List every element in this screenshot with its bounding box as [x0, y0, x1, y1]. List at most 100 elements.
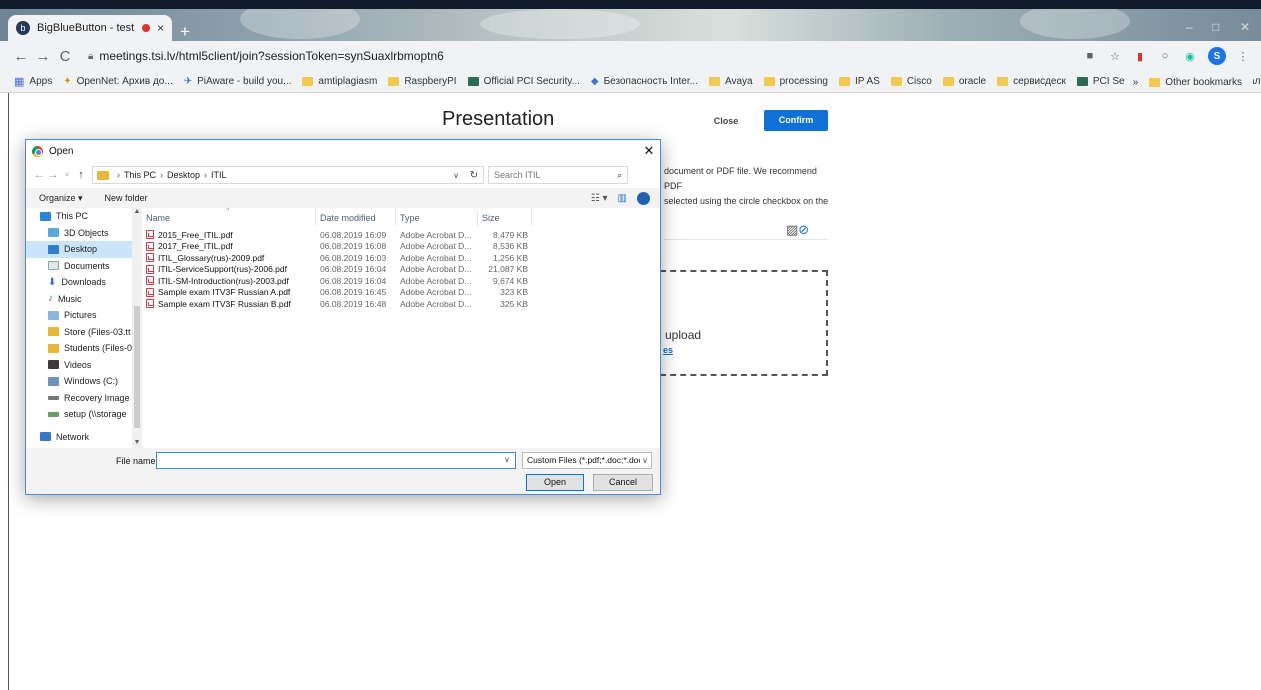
help-icon[interactable]: ? — [637, 191, 650, 205]
file-row[interactable]: 2015_Free_ITIL.pdf 06.08.2019 16:09 Adobe … — [142, 229, 660, 241]
cancel-button[interactable]: Cancel — [593, 474, 653, 491]
file-row[interactable]: Sample exam ITV3F Russian B.pdf 06.08.201… — [142, 298, 660, 310]
new-tab-button[interactable]: + — [180, 22, 190, 41]
nav-item-label: This PC — [56, 211, 89, 222]
bookmark-item[interactable]: processing — [763, 76, 828, 87]
file-row[interactable]: ITIL-ServiceSupport(rus)-2006.pdf 06.08.2… — [142, 264, 660, 276]
profile-avatar[interactable]: S — [1208, 47, 1226, 65]
minimize-icon[interactable]: – — [1186, 20, 1193, 34]
column-header-date[interactable]: Date modified — [316, 210, 396, 226]
window-close-icon[interactable]: ✕ — [1240, 20, 1250, 34]
dialog-toolbar: Organize ▾ New folder ☷ ▾ ▥ ? — [26, 188, 660, 208]
filename-history-icon[interactable]: ∨ — [504, 455, 510, 464]
grammarly-icon[interactable]: ◉ — [1182, 48, 1198, 64]
extension-circle-icon[interactable]: ○ — [1157, 48, 1173, 64]
bookmark-item[interactable]: Cisco — [890, 76, 932, 87]
browse-files-link[interactable]: es — [663, 345, 673, 355]
os-top-strip — [0, 0, 1261, 9]
bookmark-star-icon[interactable]: ☆ — [1107, 48, 1123, 64]
bookmark-item[interactable]: RaspberyPI — [388, 76, 457, 87]
file-size: 9,674 KB — [493, 275, 528, 286]
checkmark-circle-icon[interactable]: ⊘ — [798, 222, 809, 237]
back-arrow-icon[interactable]: ← — [32, 169, 46, 181]
search-input[interactable]: Search ITIL ⌕ — [488, 166, 628, 184]
url-field[interactable]: meetings.tsi.lv/html5client/join?session… — [99, 49, 1073, 63]
file-row[interactable]: ITIL-SM-Introduction(rus)-2003.pdf 06.08.… — [142, 275, 660, 287]
bookmark-item[interactable]: oracle — [942, 76, 986, 87]
extension-icon[interactable]: ▮ — [1132, 48, 1148, 64]
file-row[interactable]: 2017_Free_ITIL.pdf 06.08.2019 16:08 Adobe … — [142, 241, 660, 253]
column-header-size[interactable]: Size — [478, 210, 532, 226]
breadcrumb-itil[interactable]: ITIL — [211, 170, 227, 180]
refresh-icon[interactable]: ↻ — [465, 170, 483, 181]
tab-close-icon[interactable]: × — [157, 21, 164, 35]
bookmark-item[interactable]: Official PCI Security... — [467, 76, 580, 87]
more-bookmarks-button[interactable]: » — [1133, 77, 1139, 88]
filename-input[interactable] — [156, 452, 516, 469]
bookmark-label: IP AS — [854, 76, 880, 87]
chevron-down-icon[interactable]: ∨ — [453, 171, 459, 180]
file-row[interactable]: ITIL_Glossary(rus)-2009.pdf 06.08.2019 16… — [142, 252, 660, 264]
scrollbar-thumb[interactable] — [134, 306, 140, 428]
breadcrumb[interactable]: › This PC › Desktop › ITIL ∨ ↻ — [92, 166, 484, 184]
nav-item[interactable]: setup (\\storage — [26, 406, 132, 423]
nav-item[interactable]: Videos — [26, 357, 132, 374]
bookmark-item[interactable]: ✈ PiAware - build you... — [184, 76, 292, 87]
nav-item[interactable]: Desktop — [26, 241, 132, 258]
bookmark-item[interactable]: amtiplagiasm — [302, 76, 377, 87]
nav-item[interactable]: Pictures — [26, 307, 132, 324]
nav-item[interactable]: Recovery Image — [26, 390, 132, 407]
open-button[interactable]: Open — [526, 474, 584, 491]
camera-icon[interactable]: ■ — [1082, 48, 1098, 64]
scroll-down-icon[interactable]: ▼ — [132, 439, 142, 446]
change-view-icon[interactable]: ☷ ▾ — [591, 193, 608, 204]
nav-scrollbar[interactable]: ▲ ▼ — [132, 208, 142, 448]
nav-item[interactable]: Store (Files-03.tt — [26, 324, 132, 341]
maximize-icon[interactable]: □ — [1212, 20, 1219, 34]
nav-item[interactable]: 3D Objects — [26, 225, 132, 242]
nav-item[interactable]: Windows (C:) — [26, 373, 132, 390]
reload-button[interactable]: C — [54, 48, 76, 65]
file-type-select[interactable]: Custom Files (*.pdf;*.doc;*.doc ∨ — [522, 452, 652, 469]
new-folder-button[interactable]: New folder — [105, 193, 148, 203]
other-bookmarks-button[interactable]: Other bookmarks — [1149, 77, 1242, 88]
dialog-close-icon[interactable]: ✕ — [638, 143, 660, 159]
folder-icon — [97, 170, 109, 180]
bookmark-item[interactable]: Avaya — [708, 76, 753, 87]
recent-dropdown-icon[interactable]: ˅ — [60, 172, 74, 179]
bookmark-item[interactable]: сервисдеск — [997, 76, 1066, 87]
nav-item[interactable]: This PC — [26, 208, 132, 225]
organize-button[interactable]: Organize ▾ — [39, 193, 83, 204]
nav-item[interactable]: ⬇ Downloads — [26, 274, 132, 291]
nav-item[interactable]: ♪ Music — [26, 291, 132, 308]
pci-icon — [1076, 77, 1088, 86]
scroll-up-icon[interactable]: ▲ — [132, 208, 142, 215]
close-button[interactable]: Close — [708, 111, 744, 131]
forward-button[interactable]: → — [32, 48, 54, 65]
pdf-file-icon — [146, 287, 154, 297]
menu-dots-icon[interactable]: ⋮ — [1235, 48, 1251, 64]
upload-dropzone[interactable] — [660, 270, 828, 376]
network-icon — [40, 432, 51, 442]
edit-file-icon[interactable]: ▨ — [786, 222, 798, 237]
breadcrumb-desktop[interactable]: Desktop — [167, 170, 200, 180]
bookmark-item[interactable]: IP AS — [838, 76, 880, 87]
nav-item-label: Students (Files-0 — [63, 343, 132, 354]
up-arrow-icon[interactable]: ↑ — [74, 169, 88, 181]
nav-item-network[interactable]: Network — [26, 429, 132, 446]
browser-tab[interactable]: b BigBlueButton - test × — [8, 15, 172, 41]
back-button[interactable]: ← — [10, 48, 32, 65]
nav-item[interactable]: Documents — [26, 258, 132, 275]
column-header-type[interactable]: Type — [396, 210, 478, 226]
bookmark-item[interactable]: ✦ OpenNet: Архив до... — [63, 76, 173, 87]
preview-pane-icon[interactable]: ▥ — [618, 193, 627, 204]
bookmark-item[interactable]: ▦ Apps — [14, 75, 52, 88]
file-size: 325 KB — [500, 298, 528, 309]
confirm-button[interactable]: Confirm — [764, 110, 828, 131]
nav-item[interactable]: Students (Files-0 — [26, 340, 132, 357]
bookmark-item[interactable]: ◆ Безопасность Inter... — [591, 76, 698, 87]
file-row[interactable]: Sample exam ITV3F Russian A.pdf 06.08.201… — [142, 287, 660, 299]
forward-arrow-icon[interactable]: → — [46, 169, 60, 181]
breadcrumb-this-pc[interactable]: This PC — [124, 170, 156, 180]
lock-icon[interactable]: 🔒︎ — [88, 51, 93, 62]
